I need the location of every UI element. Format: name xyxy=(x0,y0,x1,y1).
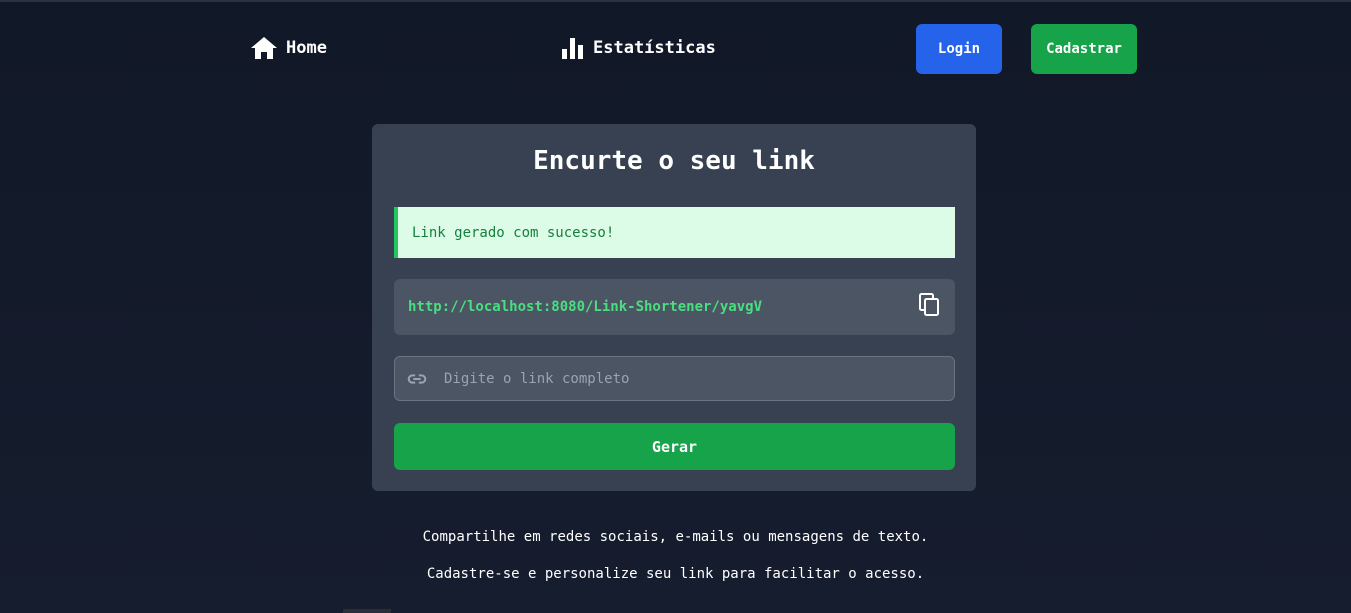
footer-text-signup: Cadastre-se e personalize seu link para … xyxy=(426,566,925,582)
copy-icon[interactable] xyxy=(919,293,941,317)
generate-button[interactable]: Gerar xyxy=(394,423,955,470)
footer-text-share: Compartilhe em redes sociais, e-mails ou… xyxy=(422,529,929,545)
card-title: Encurte o seu link xyxy=(533,146,815,176)
signup-button[interactable]: Cadastrar xyxy=(1031,24,1137,74)
link-icon xyxy=(407,373,427,384)
bar-chart-icon xyxy=(562,38,583,59)
url-input-box[interactable] xyxy=(394,356,955,401)
page: Home Estatísticas Login Cadastrar Encurt… xyxy=(0,0,1351,613)
horizontal-scrollbar[interactable] xyxy=(343,609,391,613)
home-icon xyxy=(251,37,277,59)
nav-statistics-label: Estatísticas xyxy=(593,38,716,58)
login-button[interactable]: Login xyxy=(916,24,1002,74)
short-link-box: http://localhost:8080/Link-Shortener/yav… xyxy=(394,279,955,335)
short-link[interactable]: http://localhost:8080/Link-Shortener/yav… xyxy=(408,299,762,315)
success-alert-text: Link gerado com sucesso! xyxy=(412,224,615,241)
url-input[interactable] xyxy=(442,369,926,388)
shorten-card: Encurte o seu link Link gerado com suces… xyxy=(372,124,976,491)
nav-statistics-link[interactable]: Estatísticas xyxy=(561,36,716,60)
nav-home-label: Home xyxy=(286,38,327,58)
nav-home-link[interactable]: Home xyxy=(250,36,327,60)
success-alert: Link gerado com sucesso! xyxy=(394,207,955,258)
